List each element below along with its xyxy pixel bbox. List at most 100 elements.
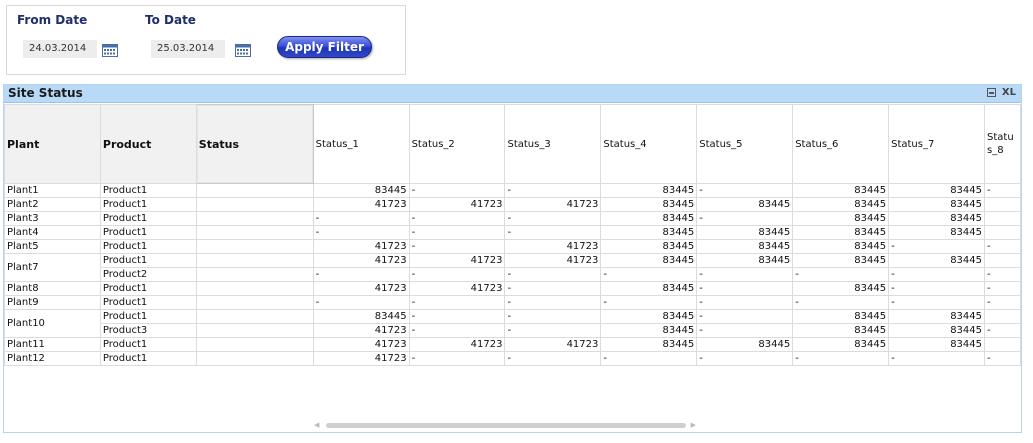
value-cell: - [696, 295, 794, 310]
column-header-status_3[interactable]: Status_3 [504, 104, 602, 184]
value-cell: 41723 [312, 281, 410, 296]
value-cell: 83445 [888, 211, 985, 226]
apply-filter-button[interactable]: Apply Filter [277, 36, 372, 58]
value-cell: 83445 [600, 225, 698, 240]
table-row: Plant4 Product1- - -83445 83445 83445 83445 [4, 225, 1021, 240]
value-cell [984, 253, 1021, 268]
print-icon[interactable] [986, 88, 996, 97]
plant-cell: Plant9 [4, 295, 101, 310]
value-cell: - [984, 351, 1021, 366]
column-header-status_5[interactable]: Status_5 [696, 104, 794, 184]
column-header-status_8[interactable]: Status_8 [984, 104, 1021, 184]
filter-panel: From Date To Date 24.03.2014 25.03.2014 … [6, 5, 406, 75]
value-cell: - [408, 351, 506, 366]
from-date-label: From Date [17, 13, 88, 27]
value-cell: 83445 [792, 309, 890, 324]
status-cell [195, 323, 314, 338]
column-header-plant[interactable]: Plant [4, 104, 101, 184]
value-cell: 41723 [312, 323, 410, 338]
value-cell: 83445 [792, 281, 890, 296]
value-cell: - [696, 309, 794, 324]
status-cell [195, 239, 314, 254]
table-row: Plant1 Product1 83445- -83445-83445 83445- [4, 183, 1021, 198]
value-cell [984, 211, 1021, 226]
product-cell: Product1 [99, 351, 197, 366]
calendar-icon[interactable] [235, 44, 251, 57]
column-header-status_1[interactable]: Status_1 [312, 104, 410, 184]
value-cell: - [984, 239, 1021, 254]
caption-icons: XL [986, 87, 1016, 99]
value-cell: 83445 [600, 323, 698, 338]
value-cell: - [888, 267, 985, 282]
product-cell: Product1 [99, 183, 197, 198]
column-header-product[interactable]: Product [99, 104, 197, 184]
to-date-input[interactable]: 25.03.2014 [151, 40, 225, 58]
value-cell: - [792, 351, 890, 366]
table-row: Plant10 Product1 83445- -83445-83445 83445 [4, 309, 1021, 338]
scrollbar-thumb[interactable] [326, 423, 686, 428]
status-cell [195, 281, 314, 296]
value-cell: - [504, 281, 602, 296]
value-cell [984, 225, 1021, 240]
value-cell: - [408, 225, 506, 240]
plant-cell: Plant12 [4, 351, 101, 366]
status-cell [195, 211, 314, 226]
status-cell [195, 225, 314, 240]
plant-cell: Plant5 [4, 239, 101, 254]
product-cell: Product1 [99, 309, 197, 324]
value-cell: 41723 [408, 337, 506, 352]
excel-export-icon[interactable]: XL [1002, 87, 1016, 98]
column-header-status_6[interactable]: Status_6 [792, 104, 890, 184]
table-row: Plant9 Product1- - - - - - - - [4, 295, 1021, 310]
scroll-right-icon[interactable]: ▶ [691, 421, 696, 429]
value-cell: - [408, 211, 506, 226]
plant-cell: Plant7 [4, 253, 101, 282]
from-date-input[interactable]: 24.03.2014 [23, 40, 97, 58]
value-cell: 83445 [792, 183, 890, 198]
value-cell: - [600, 295, 698, 310]
calendar-icon[interactable] [102, 44, 118, 57]
status-cell [195, 183, 314, 198]
value-cell: 41723 [312, 351, 410, 366]
value-cell: 83445 [888, 337, 985, 352]
value-cell: 83445 [792, 197, 890, 212]
column-header-status_2[interactable]: Status_2 [408, 104, 506, 184]
plant-cell: Plant8 [4, 281, 101, 296]
value-cell: - [600, 351, 698, 366]
column-header-status_4[interactable]: Status_4 [600, 104, 698, 184]
product-cell: Product1 [99, 295, 197, 310]
value-cell: 83445 [888, 225, 985, 240]
site-status-panel: Site Status XL Plant Product Status Status_… [3, 84, 1022, 433]
scroll-left-icon[interactable]: ◀ [314, 421, 319, 429]
column-header-status_7[interactable]: Status_7 [888, 104, 985, 184]
value-cell: 83445 [792, 225, 890, 240]
value-cell: 83445 [792, 253, 890, 268]
product-cell: Product2 [99, 267, 197, 282]
value-cell: 83445 [888, 183, 985, 198]
horizontal-scrollbar[interactable]: ◀ ▶ [314, 421, 696, 429]
column-header-status[interactable]: Status [195, 104, 314, 184]
value-cell [984, 197, 1021, 212]
value-cell: 83445 [312, 183, 410, 198]
value-cell: 41723 [504, 197, 602, 212]
value-cell: 83445 [888, 309, 985, 324]
product-cell: Product1 [99, 239, 197, 254]
value-cell: 83445 [888, 197, 985, 212]
value-cell: 83445 [600, 337, 698, 352]
value-cell: 83445 [696, 225, 794, 240]
value-cell: - [984, 281, 1021, 296]
value-cell: - [696, 351, 794, 366]
value-cell: 83445 [888, 253, 985, 268]
value-cell: - [984, 323, 1021, 338]
value-cell: - [888, 351, 985, 366]
value-cell: 83445 [792, 323, 890, 338]
status-cell [195, 253, 314, 268]
value-cell: - [504, 267, 602, 282]
value-cell: 83445 [888, 323, 985, 338]
value-cell: 83445 [696, 197, 794, 212]
status-cell [195, 337, 314, 352]
status-cell [195, 295, 314, 310]
value-cell: 41723 [312, 253, 410, 268]
value-cell: - [504, 225, 602, 240]
product-cell: Product1 [99, 337, 197, 352]
